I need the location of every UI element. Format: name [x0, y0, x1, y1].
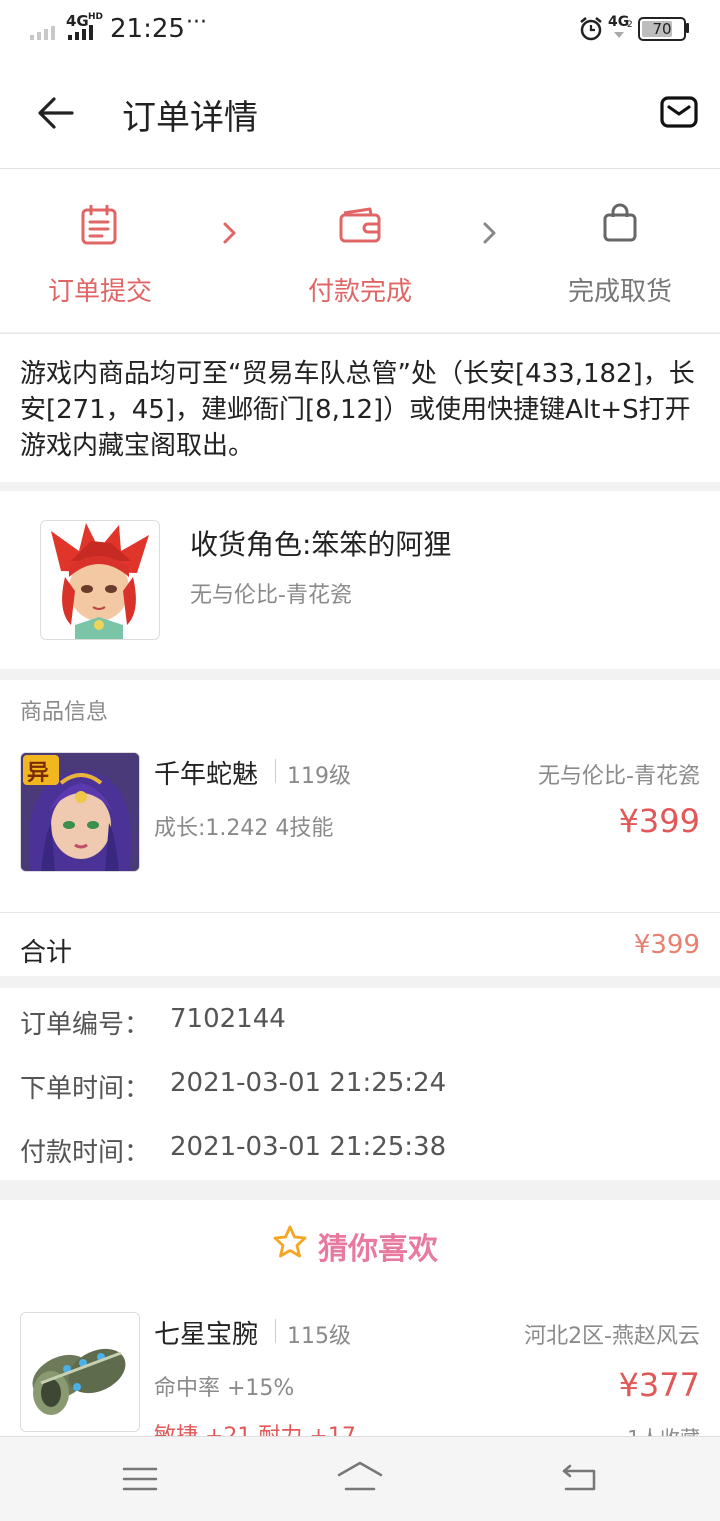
- order-time-value: 2021-03-01 21:25:24: [170, 1068, 447, 1098]
- message-mail-icon[interactable]: [660, 96, 698, 128]
- menu-icon[interactable]: [122, 1465, 158, 1493]
- goods-info-section: 商品信息 异 千年蛇魅 119级 无与伦比-青花瓷 成长:1.242 4技能 ¥…: [0, 680, 720, 976]
- goods-item-price: ¥399: [618, 802, 700, 840]
- shopping-bag-icon: [603, 203, 637, 242]
- goods-item-level: 119级: [287, 764, 351, 789]
- order-number-label: 订单编号：: [20, 1010, 151, 1040]
- total-label: 合计: [20, 938, 73, 968]
- clock: 21:25: [110, 14, 185, 44]
- recommend-item-desc2: 敏捷 +21 耐力 +17: [154, 1418, 356, 1436]
- wallet-icon: [339, 207, 381, 243]
- battery-level: 70: [652, 20, 672, 38]
- step-label-pickup: 完成取货: [567, 277, 672, 307]
- star-outline-icon: [273, 1225, 307, 1258]
- data-arrow-icon: [614, 32, 624, 38]
- signal-weak-icon: [30, 26, 55, 40]
- recommend-item-server: 河北2区-燕赵风云: [524, 1324, 700, 1349]
- recommend-item-name[interactable]: 七星宝腕: [154, 1314, 258, 1351]
- back-nav-icon[interactable]: [560, 1463, 598, 1493]
- order-time-label: 下单时间：: [20, 1074, 151, 1104]
- character-portrait-icon: [51, 523, 149, 639]
- recommend-item-level: 115级: [287, 1324, 351, 1349]
- signal-strong-icon: [68, 25, 93, 40]
- step-label-submitted: 订单提交: [47, 277, 152, 307]
- chevron-right-icon: [223, 222, 236, 244]
- pickup-notice-text: 游戏内商品均可至“贸易车队总管”处（长安[433,182]，长安[271，45]…: [20, 359, 695, 461]
- recommend-item-fav: 1人收藏: [627, 1422, 700, 1436]
- chevron-right-icon: [483, 222, 496, 244]
- step-label-paid: 付款完成: [307, 277, 412, 307]
- system-navigation-bar: [0, 1436, 720, 1521]
- recommend-item-desc1: 命中率 +15%: [154, 1376, 295, 1401]
- order-progress-steps: 订单提交 付款完成 完成取货: [0, 169, 720, 332]
- total-value: ¥399: [633, 930, 700, 960]
- battery-icon: 70: [638, 17, 686, 41]
- recommend-item-price: ¥377: [618, 1366, 700, 1404]
- recommend-item-thumbnail[interactable]: [20, 1312, 140, 1432]
- receiver-server: 无与伦比-青花瓷: [190, 583, 352, 608]
- order-info-section: 订单编号： 7102144 下单时间： 2021-03-01 21:25:24 …: [0, 988, 720, 1180]
- receiver-role: 收货角色:笨笨的阿狸: [190, 528, 452, 561]
- order-document-icon: [81, 205, 117, 245]
- receiver-card: 收货角色:笨笨的阿狸 无与伦比-青花瓷: [0, 491, 720, 669]
- back-arrow-icon[interactable]: [36, 93, 76, 133]
- order-number-value: 7102144: [170, 1004, 286, 1034]
- more-dots: ···: [186, 10, 207, 35]
- goods-section-label: 商品信息: [20, 700, 109, 725]
- goods-item-thumbnail[interactable]: 异: [20, 752, 140, 872]
- pay-time-value: 2021-03-01 21:25:38: [170, 1132, 447, 1162]
- receiver-avatar: [40, 520, 160, 640]
- status-bar: 4G HD 21:25 ··· 4G 2 70: [0, 0, 720, 60]
- recommend-section: 猜你喜欢 七星宝腕 115级 河北2区-燕赵风云 命中率 +15% ¥377 敏…: [0, 1200, 720, 1436]
- recommend-title: 猜你喜欢: [318, 1232, 438, 1267]
- goods-item-name[interactable]: 千年蛇魅: [154, 754, 258, 791]
- home-icon[interactable]: [336, 1459, 384, 1493]
- variant-badge: 异: [23, 755, 59, 786]
- alarm-icon: [580, 17, 602, 41]
- network2-sub: 2: [627, 20, 633, 30]
- goods-item-desc: 成长:1.242 4技能: [154, 816, 334, 841]
- goods-item-server: 无与伦比-青花瓷: [538, 764, 700, 789]
- variant-badge-text: 异: [27, 761, 50, 786]
- top-app-bar: 订单详情: [0, 60, 720, 169]
- page-title: 订单详情: [122, 98, 258, 138]
- bracer-item-icon: [32, 1348, 126, 1415]
- pay-time-label: 付款时间：: [20, 1138, 151, 1168]
- hd-label: HD: [88, 12, 104, 22]
